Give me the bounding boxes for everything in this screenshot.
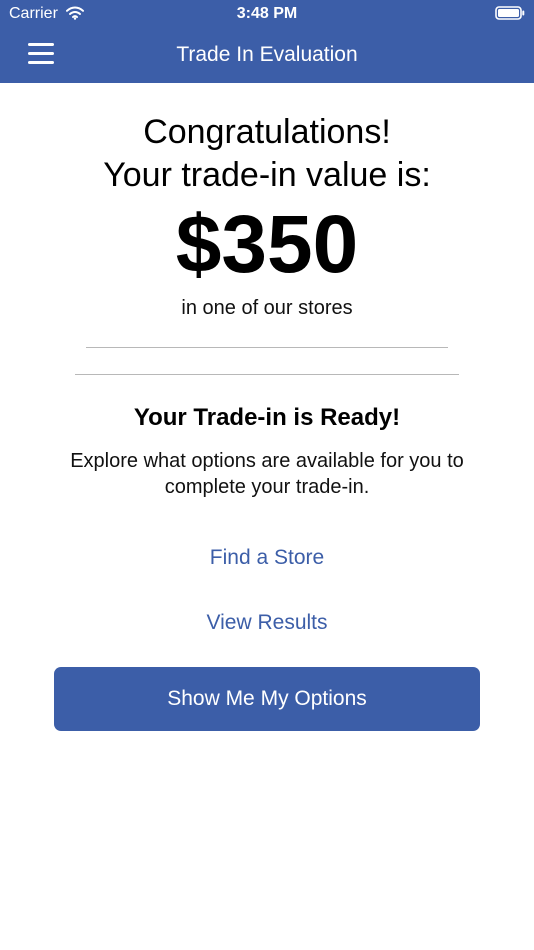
ready-description: Explore what options are available for y… [70,450,464,498]
divider-top [86,347,448,348]
congratulations-text: Congratulations! [143,113,391,151]
trade-in-value-label: Your trade-in value is: [103,156,431,194]
find-store-link[interactable]: Find a Store [0,544,534,572]
congratulations-heading: Congratulations! Your trade-in value is: [0,111,534,197]
status-time: 3:48 PM [236,5,298,22]
navigation-header: Carrier 3:48 PM Trade In Evaluation [0,0,534,83]
ready-heading: Your Trade-in is Ready! [133,404,401,431]
page-title: Trade In Evaluation [176,43,358,66]
show-options-button[interactable]: Show Me My Options [54,667,480,731]
view-results-link[interactable]: View Results [0,609,534,637]
store-note: in one of our stores [181,297,353,319]
divider-bottom [75,374,459,375]
battery-icon [495,6,525,20]
trade-in-evaluation-screen: Carrier 3:48 PM Trade In Evaluation Cong… [0,0,534,950]
trade-in-amount: $350 [175,199,359,290]
